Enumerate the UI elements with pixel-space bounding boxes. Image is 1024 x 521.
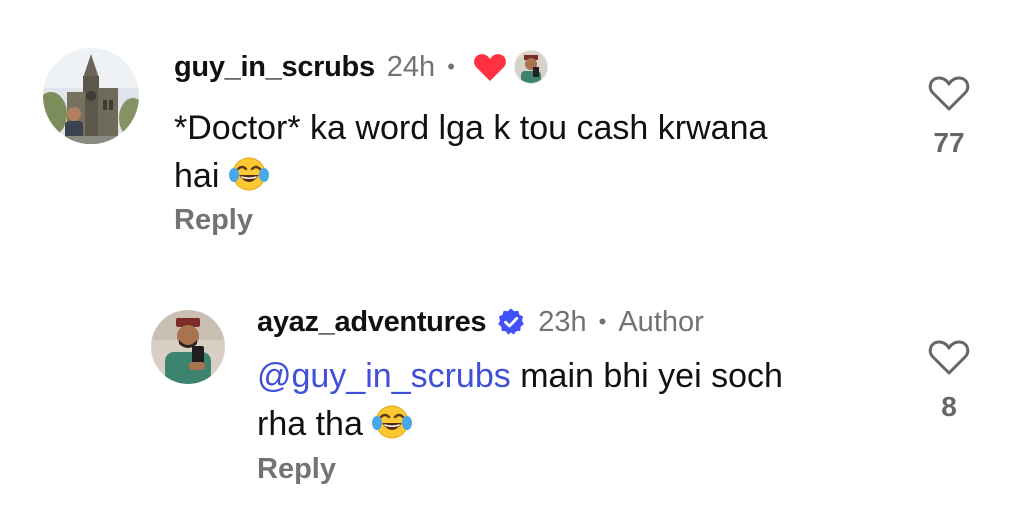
like-button[interactable]: 8 bbox=[919, 338, 979, 423]
like-count: 77 bbox=[933, 127, 965, 158]
separator-dot: • bbox=[598, 309, 607, 334]
heart-outline-icon[interactable] bbox=[928, 74, 970, 112]
avatar-ayaz-adventures[interactable] bbox=[151, 310, 225, 384]
comment-1-header: guy_in_scrubs 24h • bbox=[174, 50, 548, 84]
comment-2-text: @guy_in_scrubs main bhi yei soch rha tha bbox=[257, 352, 877, 454]
username[interactable]: guy_in_scrubs bbox=[174, 51, 375, 84]
reply-button[interactable]: Reply bbox=[257, 453, 336, 486]
verified-badge-icon bbox=[496, 307, 526, 337]
face-with-tears-of-joy-icon bbox=[228, 155, 269, 206]
comment-2-reply: ayaz_adventures 23h • Author @guy_in_scr… bbox=[0, 260, 1024, 521]
like-count: 8 bbox=[941, 391, 957, 422]
author-mini-avatar bbox=[513, 50, 548, 84]
reply-button[interactable]: Reply bbox=[174, 204, 253, 237]
comment-text-line: hai bbox=[174, 157, 220, 195]
comment-text-line: rha tha bbox=[257, 405, 363, 443]
like-button[interactable]: 77 bbox=[919, 74, 979, 159]
comment-text-line: main bhi yei soch bbox=[510, 357, 783, 395]
timestamp: 23h bbox=[538, 305, 587, 338]
mention-link[interactable]: @guy_in_scrubs bbox=[257, 357, 511, 395]
comment-text-line: *Doctor* ka word lga k tou cash krwana bbox=[174, 109, 768, 147]
avatar-guy-in-scrubs[interactable] bbox=[43, 48, 139, 144]
username[interactable]: ayaz_adventures bbox=[257, 306, 487, 339]
heart-outline-icon[interactable] bbox=[928, 338, 970, 376]
comment-2-header: ayaz_adventures 23h • Author bbox=[257, 305, 704, 339]
timestamp: 24h bbox=[386, 50, 436, 83]
separator-dot: • bbox=[447, 54, 455, 79]
author-label: Author bbox=[618, 305, 704, 338]
comment-1-text: *Doctor* ka word lga k tou cash krwana h… bbox=[174, 104, 894, 206]
comment-1: guy_in_scrubs 24h • *Doctor* ka word lga… bbox=[0, 0, 1024, 260]
face-with-tears-of-joy-icon bbox=[372, 403, 413, 454]
liked-by-author-heart-icon bbox=[473, 52, 507, 82]
